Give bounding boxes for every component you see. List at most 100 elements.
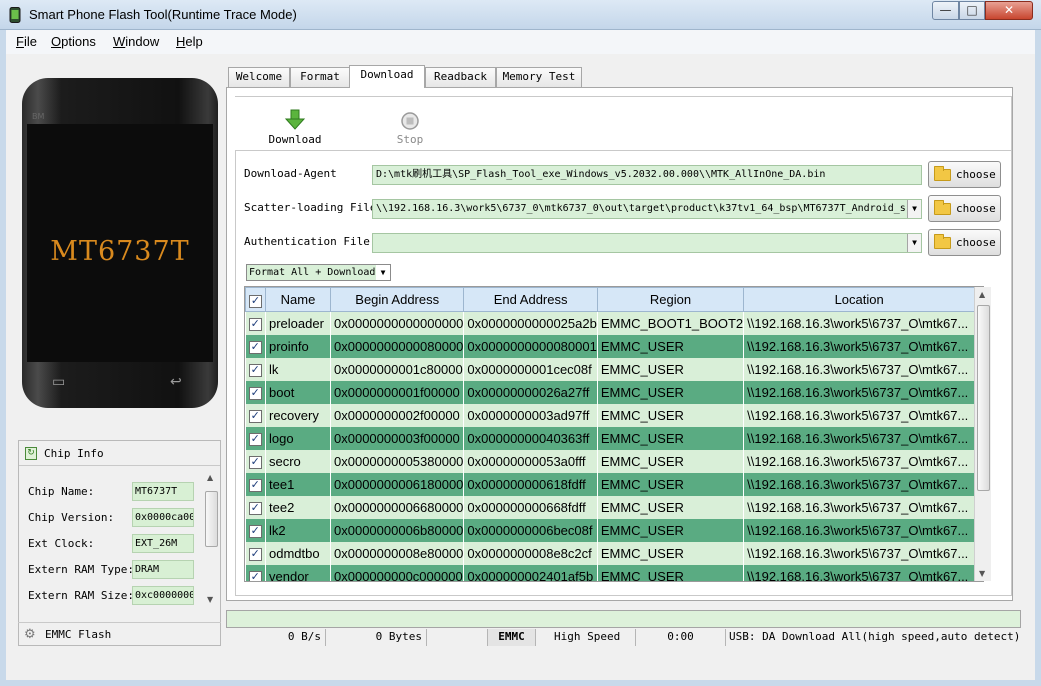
checkbox-checked-icon: ✓ [248,548,262,561]
cell-name: tee2 [265,495,331,519]
stop-icon [401,112,419,130]
chip-info-panel: ↻ Chip Info Chip Name: MT6737T Chip Vers… [18,440,221,646]
scroll-down-icon[interactable]: ▼ [979,569,985,578]
chip-info-header[interactable]: ↻ Chip Info [19,441,220,466]
table-row[interactable]: ✓ recovery 0x0000000002f00000 0x0000000003a… [245,403,976,427]
table-row[interactable]: ✓ vendor 0x000000000c000000 0x000000002401a… [245,564,976,581]
cell-location: \\192.168.16.3\work5\6737_O\mtk67... [743,495,976,519]
table-row[interactable]: ✓ proinfo 0x0000000000080000 0x000000000008… [245,334,976,358]
scroll-up-icon[interactable]: ▲ [979,290,985,299]
stop-button[interactable]: Stop [386,109,434,149]
cell-name: boot [265,380,331,404]
emmc-flash-label: EMMC Flash [45,628,112,641]
column-region[interactable]: Region [596,287,745,312]
table-row[interactable]: ✓ odmdtbo 0x0000000008e80000 0x0000000008e8… [245,541,976,565]
menu-options[interactable]: Options [51,34,96,49]
download-agent-field[interactable]: D:\mtk刷机工具\SP_Flash_Tool_exe_Windows_v5.… [372,165,922,185]
maximize-button[interactable]: □ [959,1,985,20]
column-name[interactable]: Name [265,287,331,312]
menu-help[interactable]: Help [176,34,203,49]
ram-size-value: 0xc0000000 [132,586,194,605]
row-checkbox[interactable]: ✓ [245,564,266,581]
row-checkbox[interactable]: ✓ [245,403,266,427]
partition-table-scroll-thumb[interactable] [977,305,990,491]
partition-table-scrollbar[interactable]: ▲ ▼ [974,287,991,581]
row-checkbox[interactable]: ✓ [245,357,266,381]
phone-screen: MT6737T [27,124,213,362]
cell-begin-address: 0x0000000000000000 [330,311,465,335]
emmc-flash-header[interactable]: ⚙ EMMC Flash [18,622,221,646]
checkbox-checked-icon: ✓ [248,456,262,469]
scatter-file-field[interactable]: \\192.168.16.3\work5\6737_0\mtk6737_0\ou… [372,199,922,219]
choose-label: choose [956,202,996,215]
close-button[interactable]: ✕ [985,1,1033,20]
minimize-button[interactable]: — [932,1,959,20]
status-speed-mode: High Speed [536,629,636,646]
select-all-checkbox[interactable]: ✓ [245,287,266,312]
tab-memory-test[interactable]: Memory Test [496,67,582,87]
partition-table: ✓ Name Begin Address End Address Region … [244,286,984,582]
checkbox-checked-icon: ✓ [248,341,262,354]
cell-region: EMMC_USER [597,518,745,542]
table-row[interactable]: ✓ lk2 0x0000000006b80000 0x0000000006bec08f… [245,518,976,542]
chip-info-scrollbar[interactable]: ▲ ▼ [204,471,219,607]
auth-file-label: Authentication File [244,235,370,248]
table-row[interactable]: ✓ tee2 0x0000000006680000 0x000000000668fdf… [245,495,976,519]
progress-bar [226,610,1021,628]
column-location[interactable]: Location [743,287,976,312]
row-checkbox[interactable]: ✓ [245,541,266,565]
tab-download[interactable]: Download [349,65,425,88]
chevron-down-icon[interactable]: ▼ [907,200,921,218]
chip-info-scroll-thumb[interactable] [205,491,218,547]
cell-name: vendor [265,564,331,581]
row-checkbox[interactable]: ✓ [245,311,266,335]
cell-end-address: 0x0000000008e8c2cf [463,541,598,565]
cell-name: lk [265,357,331,381]
cell-end-address: 0x0000000000080001 [463,334,598,358]
row-checkbox[interactable]: ✓ [245,495,266,519]
download-mode-select[interactable]: Format All + Download ▼ [246,264,391,281]
table-row[interactable]: ✓ logo 0x0000000003f00000 0x00000000040363f… [245,426,976,450]
cell-location: \\192.168.16.3\work5\6737_O\mtk67... [743,541,976,565]
tab-readback[interactable]: Readback [425,67,496,87]
cell-region: EMMC_USER [597,380,745,404]
chevron-down-icon[interactable]: ▼ [376,265,390,280]
scatter-file-choose-button[interactable]: choose [928,195,1001,222]
cell-end-address: 0x00000000026a27ff [463,380,598,404]
table-row[interactable]: ✓ tee1 0x0000000006180000 0x000000000618fdf… [245,472,976,496]
menu-file[interactable]: File [16,34,37,49]
scroll-up-icon[interactable]: ▲ [207,473,213,482]
cell-end-address: 0x000000000668fdff [463,495,598,519]
row-checkbox[interactable]: ✓ [245,472,266,496]
cell-begin-address: 0x0000000006680000 [330,495,465,519]
download-button[interactable]: Download [265,109,325,149]
cell-begin-address: 0x0000000000080000 [330,334,465,358]
menu-window[interactable]: Window [113,34,159,49]
auth-file-field[interactable]: ▼ [372,233,922,253]
status-time: 0:00 [636,629,726,646]
scroll-down-icon[interactable]: ▼ [207,595,213,604]
auth-file-choose-button[interactable]: choose [928,229,1001,256]
table-row[interactable]: ✓ lk 0x0000000001c80000 0x0000000001cec08f E… [245,357,976,381]
table-row[interactable]: ✓ preloader 0x0000000000000000 0x0000000000… [245,311,976,335]
row-checkbox[interactable]: ✓ [245,334,266,358]
tab-format[interactable]: Format [290,67,350,87]
phone-back-key-icon: ↩ [170,374,182,390]
download-agent-choose-button[interactable]: choose [928,161,1001,188]
chevron-down-icon[interactable]: ▼ [907,234,921,252]
column-end-address[interactable]: End Address [463,287,598,312]
ext-clock-label: Ext Clock: [28,537,95,550]
row-checkbox[interactable]: ✓ [245,518,266,542]
row-checkbox[interactable]: ✓ [245,380,266,404]
phone-menu-key-icon: ▭ [52,374,66,390]
tab-welcome[interactable]: Welcome [228,67,290,87]
cell-region: EMMC_USER [597,495,745,519]
table-header-row: ✓ Name Begin Address End Address Region … [245,287,976,312]
cell-region: EMMC_USER [597,564,745,581]
row-checkbox[interactable]: ✓ [245,426,266,450]
table-row[interactable]: ✓ secro 0x0000000005380000 0x00000000053a0f… [245,449,976,473]
table-row[interactable]: ✓ boot 0x0000000001f00000 0x00000000026a27f… [245,380,976,404]
row-checkbox[interactable]: ✓ [245,449,266,473]
app-icon [8,7,22,23]
column-begin-address[interactable]: Begin Address [329,287,465,312]
